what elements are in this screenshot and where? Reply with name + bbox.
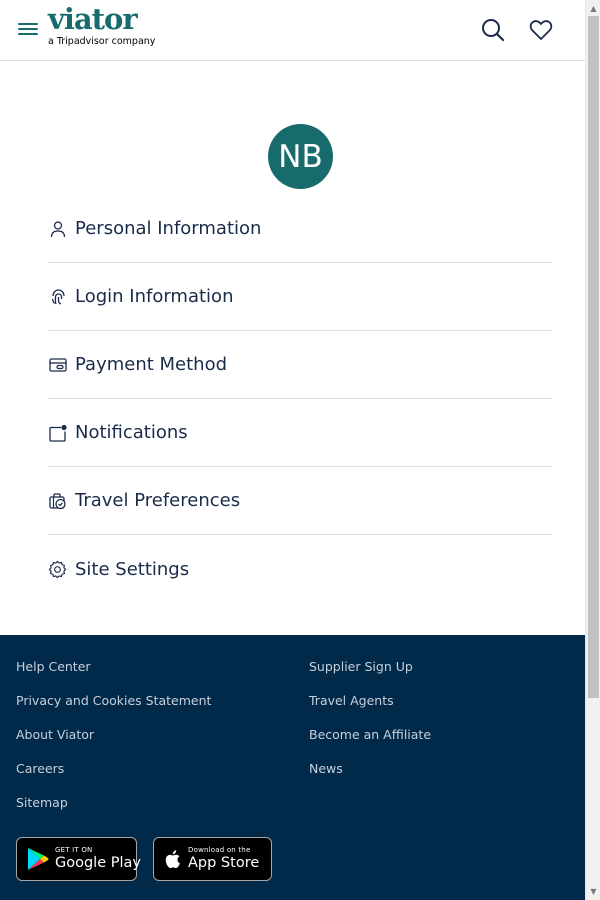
- google-play-icon: [27, 847, 49, 871]
- menu-item-label: Payment Method: [75, 354, 228, 375]
- scroll-up-arrow-icon[interactable]: ▲: [589, 4, 598, 13]
- google-play-small-text: GET IT ON: [55, 846, 93, 855]
- footer-link-privacy[interactable]: Privacy and Cookies Statement: [16, 693, 211, 727]
- hamburger-icon[interactable]: [18, 23, 38, 37]
- logo-word: viator: [48, 2, 138, 36]
- gear-icon: [48, 560, 67, 579]
- menu-item-travel-preferences[interactable]: Travel Preferences: [48, 467, 552, 535]
- account-menu: Personal Information Login Information P…: [48, 195, 552, 603]
- account-page: viator a Tripadvisor company NB Personal…: [0, 0, 585, 900]
- luggage-icon: [48, 491, 67, 510]
- menu-item-label: Site Settings: [75, 558, 190, 580]
- footer: Help Center Privacy and Cookies Statemen…: [0, 635, 585, 900]
- viator-logo[interactable]: viator a Tripadvisor company: [48, 2, 155, 47]
- fingerprint-icon: [48, 287, 67, 306]
- app-store-big-text: App Store: [188, 855, 260, 872]
- user-icon: [48, 219, 67, 238]
- app-store-badge[interactable]: Download on the App Store: [153, 837, 272, 881]
- menu-item-label: Travel Preferences: [75, 490, 241, 511]
- footer-link-news[interactable]: News: [309, 761, 431, 795]
- hamburger-line: [18, 33, 38, 35]
- scroll-down-arrow-icon[interactable]: ▼: [589, 887, 598, 896]
- menu-item-login-information[interactable]: Login Information: [48, 263, 552, 331]
- footer-link-help-center[interactable]: Help Center: [16, 659, 211, 693]
- credit-card-icon: [48, 355, 67, 374]
- footer-links-left: Help Center Privacy and Cookies Statemen…: [16, 659, 211, 829]
- menu-item-personal-information[interactable]: Personal Information: [48, 195, 552, 263]
- logo-subtext: a Tripadvisor company: [48, 36, 156, 47]
- footer-links-right: Supplier Sign Up Travel Agents Become an…: [309, 659, 431, 795]
- menu-item-payment-method[interactable]: Payment Method: [48, 331, 552, 399]
- footer-link-careers[interactable]: Careers: [16, 761, 211, 795]
- google-play-badge[interactable]: GET IT ON Google Play: [16, 837, 141, 881]
- footer-link-affiliate[interactable]: Become an Affiliate: [309, 727, 431, 761]
- google-play-text: GET IT ON Google Play: [55, 847, 141, 871]
- menu-item-notifications[interactable]: Notifications: [48, 399, 552, 467]
- menu-item-label: Login Information: [75, 286, 234, 307]
- apple-icon: [164, 848, 182, 870]
- app-store-small-text: Download on the: [188, 846, 251, 855]
- app-store-text: Download on the App Store: [188, 847, 259, 871]
- search-icon[interactable]: [480, 17, 506, 43]
- top-header: viator a Tripadvisor company: [0, 0, 585, 61]
- vertical-scrollbar[interactable]: ▲ ▼: [585, 0, 600, 900]
- footer-link-about[interactable]: About Viator: [16, 727, 211, 761]
- menu-item-label: Notifications: [75, 422, 188, 443]
- avatar: NB: [268, 124, 333, 189]
- notification-icon: [48, 423, 67, 442]
- google-play-big-text: Google Play: [55, 855, 141, 872]
- menu-item-label: Personal Information: [75, 218, 262, 239]
- scrollbar-thumb[interactable]: [588, 16, 599, 698]
- footer-link-sitemap[interactable]: Sitemap: [16, 795, 211, 829]
- hamburger-line: [18, 28, 38, 30]
- hamburger-line: [18, 23, 38, 25]
- heart-icon[interactable]: [528, 17, 554, 43]
- footer-link-travel-agents[interactable]: Travel Agents: [309, 693, 431, 727]
- footer-link-supplier-sign-up[interactable]: Supplier Sign Up: [309, 659, 431, 693]
- menu-item-site-settings[interactable]: Site Settings: [48, 535, 552, 603]
